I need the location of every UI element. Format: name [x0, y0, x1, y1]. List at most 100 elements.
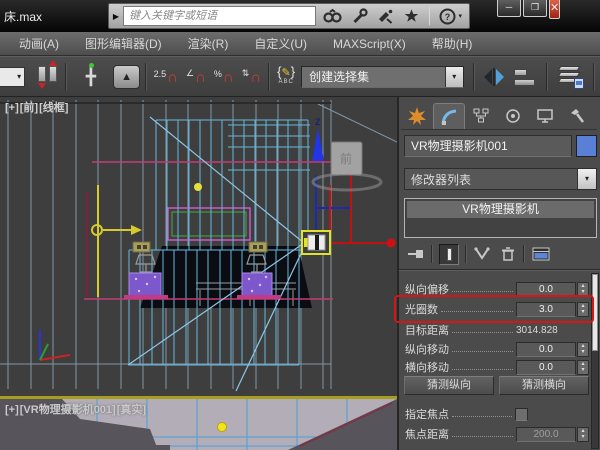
panel-scrollbar[interactable]: [591, 273, 599, 449]
tab-modify[interactable]: [433, 103, 465, 129]
param-label: 横向移动: [405, 359, 449, 375]
viewport-menu-general[interactable]: [+]: [5, 102, 19, 114]
spinner-down-icon[interactable]: ▾: [578, 349, 588, 355]
param-field[interactable]: 0.0: [516, 360, 576, 375]
param-row-horizontal-move: 横向移动 0.0 ▴▾: [405, 359, 589, 375]
combo-dropdown-icon[interactable]: ▾: [445, 67, 463, 87]
nightstand-left[interactable]: [129, 273, 161, 296]
angle-snap-icon[interactable]: ∠∩: [186, 68, 206, 85]
spinner[interactable]: ▴▾: [577, 302, 589, 317]
show-end-result-icon[interactable]: [439, 244, 459, 265]
spinner-snap-icon[interactable]: ⇅∩: [242, 68, 261, 85]
wall-shadow-right: [288, 399, 397, 450]
tab-motion[interactable]: [497, 103, 529, 129]
modifier-list-label: 修改器列表: [405, 171, 577, 188]
camera-object-icon[interactable]: [300, 229, 334, 257]
specify-focus-checkbox[interactable]: [515, 408, 528, 421]
param-field[interactable]: 200.0: [516, 427, 576, 442]
param-field[interactable]: 0.0: [516, 342, 576, 357]
world-axis-tripod: [40, 330, 70, 360]
spinner[interactable]: ▴▾: [577, 342, 589, 357]
menu-graph-editors[interactable]: 图形编辑器(D): [72, 32, 175, 55]
named-selection-set-combo[interactable]: 创建选择集 ▾: [301, 66, 464, 88]
menu-help[interactable]: 帮助(H): [419, 32, 486, 55]
spinner-down-icon[interactable]: ▾: [578, 289, 588, 295]
nightstand-right[interactable]: [242, 273, 272, 296]
remove-modifier-icon[interactable]: [499, 246, 517, 262]
search-binoculars-icon[interactable]: [323, 8, 342, 24]
edit-named-selection-sets-icon[interactable]: {✎} ABC: [277, 67, 295, 87]
select-and-manipulate-icon[interactable]: [35, 64, 60, 90]
param-label: 指定焦点: [405, 406, 449, 422]
spinner-down-icon[interactable]: ▾: [578, 309, 588, 315]
spinner[interactable]: ▴▾: [577, 360, 589, 375]
viewport-menu-pov[interactable]: [VR物理摄影机001]: [20, 404, 116, 416]
select-and-place-icon[interactable]: ▲: [113, 65, 139, 89]
floor-shadow-strip: [0, 445, 170, 450]
z-axis-arrow: Z: [312, 117, 324, 161]
menu-maxscript[interactable]: MAXScript(X): [320, 32, 419, 55]
communication-center-icon[interactable]: [377, 8, 394, 24]
scrollbar-thumb[interactable]: [592, 274, 598, 351]
maximize-button[interactable]: ❒: [523, 0, 547, 17]
viewport-menu-pov[interactable]: [前]: [20, 102, 38, 114]
modifier-list-dropdown[interactable]: 修改器列表 ▾: [404, 168, 597, 190]
close-button[interactable]: ✕: [549, 0, 560, 19]
make-unique-icon[interactable]: [473, 247, 491, 261]
help-button[interactable]: ? ▾: [439, 8, 462, 25]
help-icon[interactable]: ?: [439, 8, 456, 25]
reference-coordinate-dropdown[interactable]: ▾: [0, 67, 25, 87]
help-dropdown-icon[interactable]: ▾: [458, 12, 462, 20]
wrench-icon[interactable]: [351, 8, 368, 24]
headboard-wireframe: [168, 208, 250, 240]
toolbar-separator: [268, 63, 270, 91]
mirror-icon[interactable]: [484, 68, 504, 86]
percent-snap-icon[interactable]: %∩: [214, 69, 234, 85]
dotted-leader: [441, 311, 513, 312]
param-field[interactable]: 0.0: [516, 282, 576, 297]
dotted-leader: [452, 369, 513, 370]
align-icon[interactable]: [512, 66, 537, 88]
menu-rendering[interactable]: 渲染(R): [175, 32, 242, 55]
pin-stack-icon[interactable]: [407, 247, 425, 261]
toolbar-separator: [473, 63, 475, 91]
object-color-swatch[interactable]: [576, 135, 597, 157]
viewport-front[interactable]: [+][前][线框]: [0, 97, 397, 396]
favorites-star-icon[interactable]: [403, 8, 420, 24]
modifier-list-arrow-icon[interactable]: ▾: [577, 169, 596, 189]
menu-animation[interactable]: 动画(A): [6, 32, 72, 55]
menu-customize[interactable]: 自定义(U): [241, 32, 320, 55]
spinner[interactable]: ▴▾: [577, 427, 589, 442]
spinner-down-icon[interactable]: ▾: [578, 367, 588, 373]
tab-hierarchy[interactable]: [465, 103, 497, 129]
search-expand-icon[interactable]: ▶: [109, 12, 123, 21]
param-field[interactable]: 3.0: [516, 302, 576, 317]
viewport-menu-shading[interactable]: [真实]: [117, 404, 146, 416]
spinner[interactable]: ▴▾: [577, 282, 589, 297]
light-marker[interactable]: [218, 423, 227, 432]
stack-toolbar-separator: [465, 245, 467, 263]
minimize-button[interactable]: ─: [497, 0, 521, 17]
tab-create[interactable]: [401, 103, 433, 129]
max-window: 床.max ▶: [0, 0, 600, 450]
guess-horizontal-button[interactable]: 猜测横向: [499, 376, 589, 395]
front-viewport-canvas: Z 前: [0, 97, 397, 396]
toolbar-separator: [546, 63, 548, 91]
viewport-menu-general[interactable]: [+]: [5, 404, 19, 416]
layer-manager-icon[interactable]: [557, 65, 584, 89]
stack-item-camera[interactable]: VR物理摄影机: [407, 201, 594, 218]
point-light-marker[interactable]: [194, 183, 202, 191]
object-name-field[interactable]: VR物理摄影机001: [404, 135, 572, 157]
viewport-camera[interactable]: [+][VR物理摄影机001][真实]: [0, 399, 397, 450]
spinner-down-icon[interactable]: ▾: [578, 434, 588, 440]
tab-utilities[interactable]: [561, 103, 593, 129]
title-bar: 床.max ▶: [0, 0, 600, 32]
select-and-move-icon[interactable]: ╋: [78, 67, 103, 87]
viewport-menu-shading[interactable]: [线框]: [39, 102, 68, 114]
search-input[interactable]: [123, 6, 317, 26]
snaps-toggle-25-icon[interactable]: 2.5∩: [154, 69, 178, 85]
guess-vertical-button[interactable]: 猜测纵向: [404, 376, 494, 395]
tab-display[interactable]: [529, 103, 561, 129]
configure-modifier-sets-icon[interactable]: [531, 246, 551, 262]
svg-text:Z: Z: [315, 117, 321, 127]
